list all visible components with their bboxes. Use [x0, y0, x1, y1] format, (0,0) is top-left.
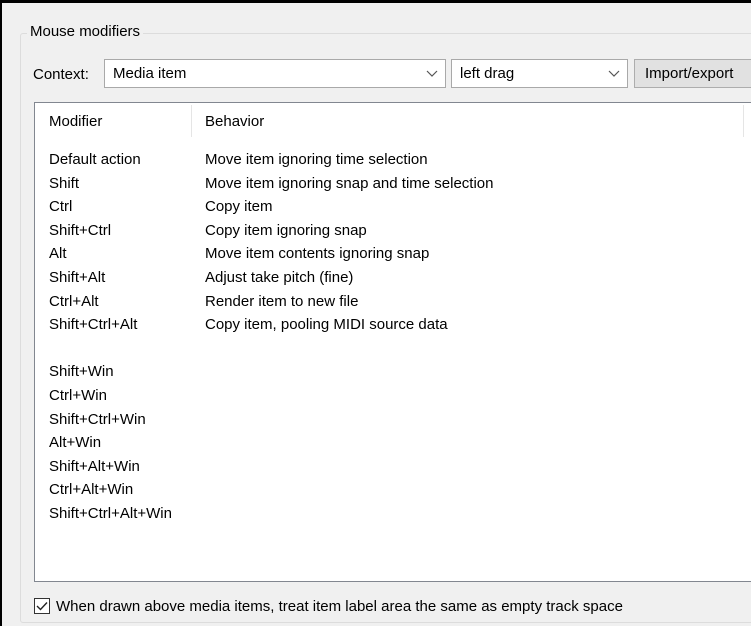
table-row[interactable]: Shift Move item ignoring snap and time se…: [35, 172, 751, 196]
action-dropdown[interactable]: left drag: [451, 59, 628, 88]
label-area-checkbox[interactable]: [34, 598, 50, 614]
modifier-cell: Shift+Win: [49, 363, 114, 381]
modifier-cell: Shift+Ctrl: [49, 221, 112, 239]
modifier-cell: Shift+Ctrl+Win: [49, 410, 146, 428]
action-dropdown-value: left drag: [460, 65, 515, 82]
table-row[interactable]: Shift+Alt Adjust take pitch (fine): [35, 266, 751, 290]
modifier-cell: Shift+Ctrl+Alt: [49, 316, 138, 334]
modifier-cell: Default action: [49, 151, 141, 168]
modifier-cell: Alt: [49, 245, 67, 263]
table-row[interactable]: Ctrl Copy item: [35, 195, 751, 219]
row-gap: [35, 337, 751, 361]
behavior-cell: Move item ignoring time selection: [205, 151, 428, 168]
behavior-cell: Copy item, pooling MIDI source data: [205, 316, 448, 334]
chevron-down-icon[interactable]: [419, 60, 445, 87]
table-row[interactable]: Shift+Ctrl+Win: [35, 408, 751, 432]
mouse-modifiers-window: Mouse modifiers Context: Media item left…: [2, 3, 751, 626]
modifier-cell: Ctrl+Win: [49, 386, 107, 404]
modifier-list[interactable]: Modifier Behavior Default action Move ite…: [34, 102, 751, 582]
modifier-cell: Ctrl+Alt: [49, 292, 99, 310]
context-dropdown[interactable]: Media item: [104, 59, 446, 88]
behavior-cell: Adjust take pitch (fine): [205, 268, 354, 286]
modifier-cell: Shift+Ctrl+Alt+Win: [49, 504, 172, 522]
modifier-cell: Alt+Win: [49, 434, 102, 452]
modifier-cell: Shift+Alt: [49, 268, 106, 286]
import-export-button[interactable]: Import/export: [634, 59, 751, 88]
behavior-cell: Move item ignoring snap and time selecti…: [205, 174, 494, 192]
list-header: Modifier Behavior: [35, 103, 751, 141]
table-row[interactable]: Default action Move item ignoring time se…: [35, 148, 751, 172]
column-header-modifier[interactable]: Modifier: [49, 112, 102, 132]
table-row[interactable]: Alt+Win: [35, 431, 751, 455]
table-row[interactable]: Ctrl+Win: [35, 384, 751, 408]
column-divider[interactable]: [191, 105, 192, 137]
group-title: Mouse modifiers: [27, 23, 144, 41]
label-area-checkbox-label: When drawn above media items, treat item…: [56, 597, 623, 615]
modifier-cell: Shift+Alt+Win: [49, 457, 140, 475]
behavior-cell: Move item contents ignoring snap: [205, 245, 430, 263]
label-area-option[interactable]: When drawn above media items, treat item…: [34, 595, 623, 617]
modifier-cell: Shift: [49, 174, 80, 192]
table-row[interactable]: Shift+Ctrl+Alt Copy item, pooling MIDI so…: [35, 313, 751, 337]
context-dropdown-value: Media item: [113, 65, 187, 82]
behavior-cell: Copy item ignoring snap: [205, 221, 367, 239]
list-rows: Default action Move item ignoring time se…: [35, 148, 751, 526]
table-row[interactable]: Alt Move item contents ignoring snap: [35, 242, 751, 266]
checkmark-icon: [36, 602, 48, 611]
context-label: Context:: [33, 66, 89, 83]
table-row[interactable]: Ctrl+Alt Render item to new file: [35, 290, 751, 314]
column-header-behavior[interactable]: Behavior: [205, 112, 264, 132]
column-divider[interactable]: [743, 105, 744, 137]
table-row[interactable]: Shift+Ctrl Copy item ignoring snap: [35, 219, 751, 243]
modifier-cell: Ctrl: [49, 198, 73, 216]
table-row[interactable]: Ctrl+Alt+Win: [35, 478, 751, 502]
behavior-cell: Copy item: [205, 198, 273, 216]
table-row[interactable]: Shift+Ctrl+Alt+Win: [35, 502, 751, 526]
table-row[interactable]: Shift+Win: [35, 360, 751, 384]
chevron-down-icon[interactable]: [601, 60, 627, 87]
modifier-cell: Ctrl+Alt+Win: [49, 481, 134, 499]
table-row[interactable]: Shift+Alt+Win: [35, 455, 751, 479]
behavior-cell: Render item to new file: [205, 292, 359, 310]
